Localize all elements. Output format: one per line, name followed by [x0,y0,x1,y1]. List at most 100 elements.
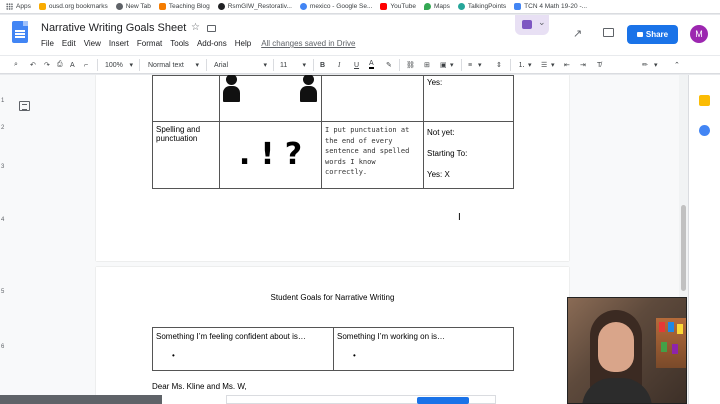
person-figure-icon [223,75,240,102]
bold-icon[interactable]: B [320,59,325,71]
underline-icon[interactable]: U [354,59,359,71]
undo-icon[interactable]: ↶ [30,59,36,71]
add-comment-icon[interactable]: ⊞ [424,59,430,71]
menu-file[interactable]: File [41,39,54,48]
menu-edit[interactable]: Edit [62,39,76,48]
goals-table: Something I’m feeling confident about is… [152,327,514,371]
insert-link-icon[interactable]: ⛓ [406,59,415,71]
rating-not-yet: Not yet: [427,128,455,137]
dropdown-arrow-icon: ▾ [263,62,267,69]
star-icon[interactable]: ☆ [191,22,200,33]
goals-title: Student Goals for Narrative Writing [270,293,395,302]
talkingpoints-icon [457,3,465,10]
bookmark-mexico-search[interactable]: mexico - Google Se... [299,3,372,10]
bullet-point: • [172,351,175,360]
bookmark-teaching-blog[interactable]: Teaching Blog [158,3,210,10]
menu-tools[interactable]: Tools [170,39,189,48]
search-menus-icon[interactable]: ⌕ [14,59,18,71]
insert-image-icon[interactable]: ▣ [440,59,447,71]
taskbar-strip [0,395,162,404]
bookmark-new-tab[interactable]: New Tab [115,3,151,10]
bookmark-talkingpoints[interactable]: TalkingPoints [457,3,506,10]
document-title[interactable]: Narrative Writing Goals Sheet [41,22,186,34]
collapse-toolbar-icon[interactable]: ⌃ [674,59,680,71]
dropdown-arrow-icon[interactable]: ▾ [478,59,482,71]
skill-cell: Spelling and punctuation [152,121,220,189]
numbered-list-icon[interactable]: ⒈ [518,59,525,71]
editing-mode-icon[interactable]: ✏ [642,59,648,71]
activity-dashboard-icon[interactable]: ↗ [573,27,582,40]
font-select[interactable]: Arial ▾ [212,59,269,71]
meet-present-button[interactable] [515,15,549,35]
dropdown-arrow-icon[interactable]: ▾ [654,59,658,71]
tasks-icon[interactable] [699,125,710,136]
menu-addons[interactable]: Add-ons [197,39,227,48]
skill-description: I put punctuation at the end of every se… [321,121,424,189]
align-icon[interactable]: ≡ [468,59,472,71]
comment-history-icon[interactable] [603,28,614,37]
bookmarks-bar: Apps ousd.org bookmarks New Tab Teaching… [0,0,720,14]
bookmark-youtube[interactable]: YouTube [380,3,416,10]
apps-grid-icon [6,3,13,10]
font-size-select[interactable]: 11 ▾ [278,59,308,71]
clear-formatting-icon[interactable]: T̸ [597,59,601,71]
redo-icon[interactable]: ↷ [44,59,50,71]
increase-indent-icon[interactable]: ⇥ [580,59,586,71]
document-outline-icon[interactable] [19,101,30,111]
dropdown-arrow-icon[interactable]: ▾ [551,59,555,71]
paint-format-icon[interactable]: ⌐ [84,59,88,71]
menu-format[interactable]: Format [137,39,162,48]
bookmark-maps[interactable]: Maps [423,3,450,10]
spellcheck-icon[interactable]: A [70,59,75,71]
move-folder-icon[interactable] [207,25,216,32]
style-select[interactable]: Normal text ▾ [146,59,201,71]
bookmark-tcn-math[interactable]: TCN 4 Math 19-20 -... [514,3,587,10]
youtube-icon [380,3,388,10]
google-docs-logo-icon[interactable] [12,21,28,43]
confident-cell[interactable]: Something I’m feeling confident about is… [152,327,334,371]
menu-insert[interactable]: Insert [109,39,129,48]
menu-help[interactable]: Help [235,39,251,48]
save-status[interactable]: All changes saved in Drive [261,39,355,48]
rating-yes: Yes: [427,78,443,87]
zoom-select[interactable]: 100% ▾ [103,59,135,71]
rating-yes: Yes: X [427,170,450,179]
google-icon [299,3,307,10]
menu-bar: File Edit View Insert Format Tools Add-o… [41,39,363,48]
figures-cell [219,75,322,122]
highlight-color-icon[interactable]: ✎ [386,59,392,71]
docs-header: Narrative Writing Goals Sheet ☆ File Edi… [0,15,720,55]
italic-icon[interactable]: I [338,59,340,71]
popup-action-button[interactable] [417,397,469,404]
keep-icon[interactable] [699,95,710,106]
background-shelf [656,318,686,368]
bookmark-rsmgiw[interactable]: RsmGIW_Restorativ... [217,3,292,10]
webcam-overlay [567,297,687,404]
table-row: Yes: [152,75,514,122]
page-1: Yes: Spelling and punctuation . ! ? I pu… [96,75,569,261]
dropdown-arrow-icon[interactable]: ▾ [450,59,454,71]
menu-view[interactable]: View [84,39,101,48]
account-avatar[interactable]: M [690,25,708,43]
decrease-indent-icon[interactable]: ⇤ [564,59,570,71]
share-button[interactable]: Share [627,25,678,44]
letter-salutation: Dear Ms. Kline and Ms. W, [152,382,247,391]
line-spacing-icon[interactable]: ⇕ [496,59,502,71]
bookmark-ousd[interactable]: ousd.org bookmarks [38,3,108,10]
print-icon[interactable]: ⎙ [57,59,63,71]
table-row: Spelling and punctuation . ! ? I put pun… [152,121,514,189]
working-on-cell[interactable]: Something I’m working on is… • [333,327,514,371]
text-color-icon[interactable]: A [369,59,374,69]
dropdown-arrow-icon: ▾ [129,62,133,69]
punctuation-symbols: . ! ? [219,121,322,189]
rubric-table: Yes: Spelling and punctuation . ! ? I pu… [152,75,514,189]
bulleted-list-icon[interactable]: ☰ [541,59,547,71]
scrollbar-thumb[interactable] [681,205,686,291]
globe-icon [115,3,123,10]
notification-popup [226,395,496,404]
text-cursor-icon: I [458,212,461,223]
github-icon [217,3,225,10]
dropdown-arrow-icon[interactable]: ▾ [528,59,532,71]
bookmark-apps[interactable]: Apps [6,3,31,10]
person-figure-icon [300,75,317,102]
